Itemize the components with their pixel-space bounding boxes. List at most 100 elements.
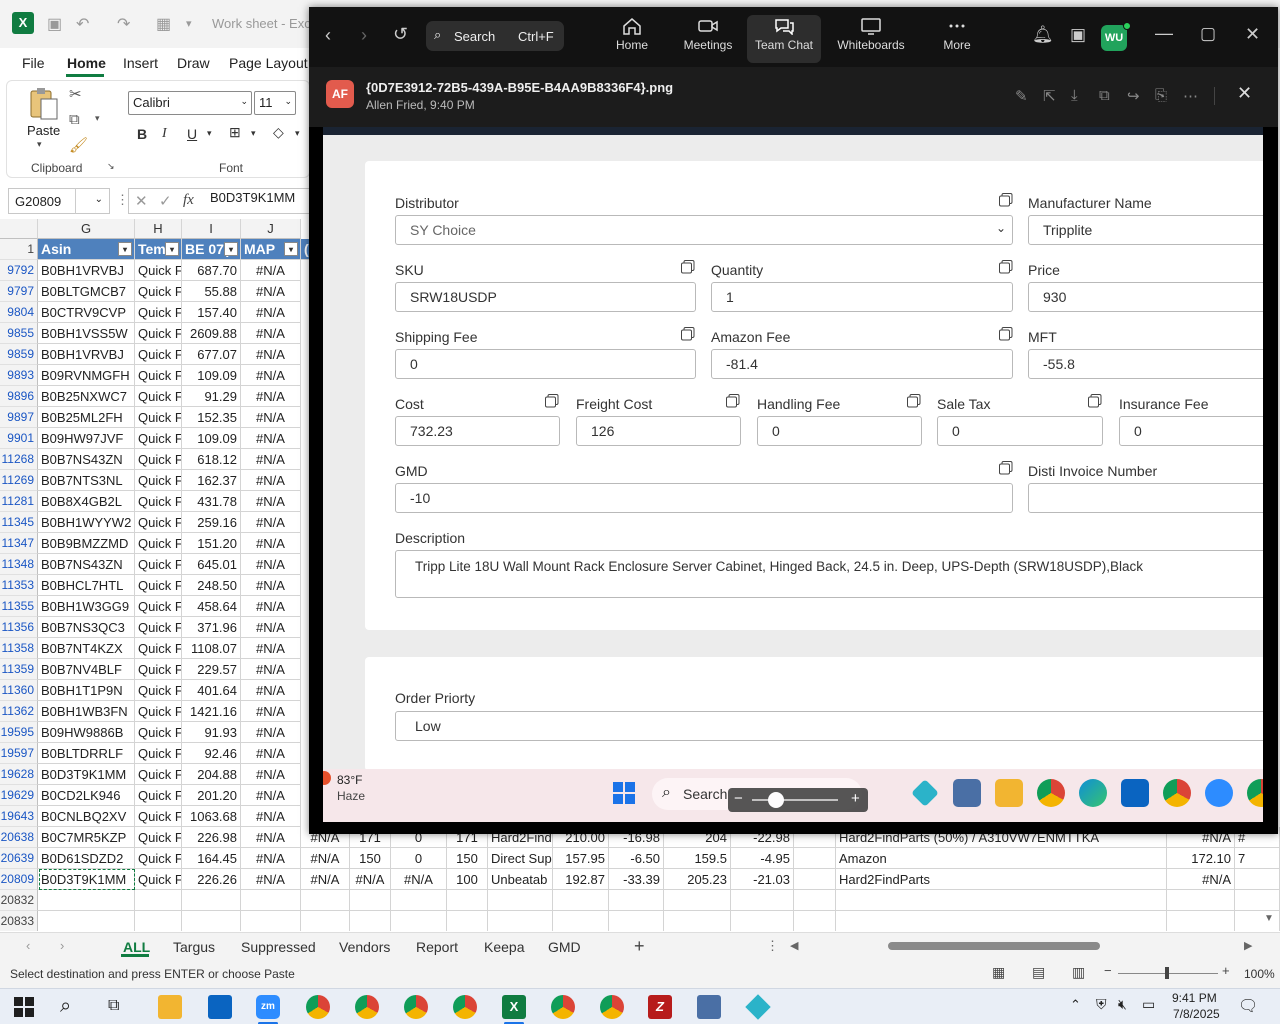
table-cell[interactable] [135,911,182,931]
row-header[interactable]: 9893 [0,365,38,386]
table-cell[interactable]: 201.20 [182,785,241,806]
table-cell[interactable]: 645.01 [182,554,241,575]
tab-home[interactable]: Home [67,55,106,71]
copy-icon[interactable] [1088,394,1102,408]
sheet-tab-all[interactable]: ALL [123,939,150,955]
table-cell[interactable]: 204.88 [182,764,241,785]
table-cell[interactable]: 192.87 [553,869,609,890]
table-cell[interactable]: Amazon [836,848,1167,869]
table-cell[interactable] [1235,890,1280,911]
copy-icon[interactable] [681,260,695,274]
clipboard-launcher-icon[interactable]: ↘ [107,161,115,172]
nav-whiteboards[interactable]: Whiteboards [829,7,913,67]
row-header[interactable]: 11269 [0,470,38,491]
paste-icon[interactable] [27,87,59,121]
table-cell[interactable]: Quick F [135,386,182,407]
table-cell[interactable]: #N/A [241,596,301,617]
table-cell[interactable]: Quick F [135,512,182,533]
table-cell[interactable]: Quick F [135,764,182,785]
table-cell[interactable]: B0B7NS3QC3 [38,617,135,638]
filter-dropdown-icon[interactable]: ▾ [118,242,132,256]
table-cell[interactable]: B0BH1VRVBJ [38,344,135,365]
bold-icon[interactable]: B [137,126,147,142]
table-cell[interactable]: B0BH1T1P9N [38,680,135,701]
table-cell[interactable]: #N/A [241,344,301,365]
table-cell[interactable] [447,911,488,931]
table-header-cell[interactable]: BE 07(▾ [182,239,241,260]
table-cell[interactable]: -21.03 [731,869,794,890]
table-cell[interactable] [391,911,447,931]
table-cell[interactable]: Quick F [135,785,182,806]
fill-dropdown-icon[interactable]: ▾ [295,128,300,139]
customize-qat-icon[interactable]: ▾ [186,17,192,30]
zoom-in-icon[interactable]: + [851,790,860,807]
font-name-combo[interactable]: Calibri ⌄ [128,91,252,115]
distributor-select[interactable]: SY Choice ⌄ [395,215,1013,245]
table-cell[interactable]: Quick F [135,617,182,638]
table-cell[interactable]: 92.46 [182,743,241,764]
row-header[interactable]: 20638 [0,827,38,848]
chevron-up-icon[interactable]: ⌃ [1070,997,1081,1013]
table-cell[interactable]: B0B8X4GB2L [38,491,135,512]
table-cell[interactable] [488,890,553,911]
download-icon[interactable]: ⤓ [1071,87,1078,104]
row-header[interactable]: 9859 [0,344,38,365]
sale-tax-input[interactable]: 0 [937,416,1103,446]
cut-icon[interactable]: ✂ [69,85,82,103]
table-cell[interactable]: 248.50 [182,575,241,596]
column-header[interactable]: I [182,219,241,239]
filter-dropdown-icon[interactable]: ▾ [165,242,179,256]
table-cell[interactable] [1235,869,1280,890]
row-header[interactable]: 11355 [0,596,38,617]
table-cell[interactable]: #N/A [241,449,301,470]
table-cell[interactable]: #N/A [241,785,301,806]
sheet-tab-report[interactable]: Report [416,939,458,955]
table-cell[interactable]: 401.64 [182,680,241,701]
horizontal-scrollbar-thumb[interactable] [888,942,1100,950]
table-cell[interactable]: #N/A [241,260,301,281]
table-cell[interactable]: B0BH1WYYW2 [38,512,135,533]
table-cell[interactable]: #N/A [301,848,350,869]
table-cell[interactable]: B0D3T9K1MM [38,764,135,785]
sheet-tab-gmd[interactable]: GMD [548,939,581,955]
more-options-icon[interactable]: ⋯ [1183,87,1198,105]
table-cell[interactable]: #N/A [241,512,301,533]
table-cell[interactable]: #N/A [241,806,301,827]
row-header[interactable]: 11356 [0,617,38,638]
start-icon[interactable] [12,995,36,1019]
table-cell[interactable]: Quick F [135,491,182,512]
sheet-tab-targus[interactable]: Targus [173,939,215,955]
sheet-tab-suppressed[interactable]: Suppressed [241,939,316,955]
table-cell[interactable]: 458.64 [182,596,241,617]
table-cell[interactable] [38,911,135,931]
copy-icon[interactable] [999,260,1013,274]
table-cell[interactable]: Quick F [135,260,182,281]
table-cell[interactable] [182,911,241,931]
clock-time[interactable]: 9:41 PM [1172,991,1217,1005]
row-header[interactable]: 11362 [0,701,38,722]
table-cell[interactable]: #N/A [241,491,301,512]
sheet-tab-keepa[interactable]: Keepa [484,939,524,955]
table-cell[interactable]: 162.37 [182,470,241,491]
table-cell[interactable]: #N/A [241,323,301,344]
table-cell[interactable]: 109.09 [182,365,241,386]
freight-cost-input[interactable]: 126 [576,416,741,446]
table-cell[interactable]: B0B7NT4KZX [38,638,135,659]
table-cell[interactable]: Quick F [135,302,182,323]
table-cell[interactable]: #N/A [241,281,301,302]
table-cell[interactable]: Quick F [135,680,182,701]
row-header[interactable]: 9792 [0,260,38,281]
table-cell[interactable]: 618.12 [182,449,241,470]
notifications-icon[interactable]: 🗨︎ [1238,996,1258,1016]
outlook-icon[interactable] [208,995,232,1019]
table-cell[interactable]: 55.88 [182,281,241,302]
tab-insert[interactable]: Insert [123,55,158,71]
copy-icon[interactable]: ⧉ [69,111,80,128]
table-cell[interactable]: Quick F [135,281,182,302]
table-cell[interactable]: Quick F [135,323,182,344]
viewer-zoom-control[interactable]: − + [728,788,868,812]
zoom-slider-thumb[interactable] [1165,967,1169,979]
clock-date[interactable]: 7/8/2025 [1173,1007,1220,1021]
table-cell[interactable]: Quick F [135,533,182,554]
table-cell[interactable]: Quick F [135,806,182,827]
